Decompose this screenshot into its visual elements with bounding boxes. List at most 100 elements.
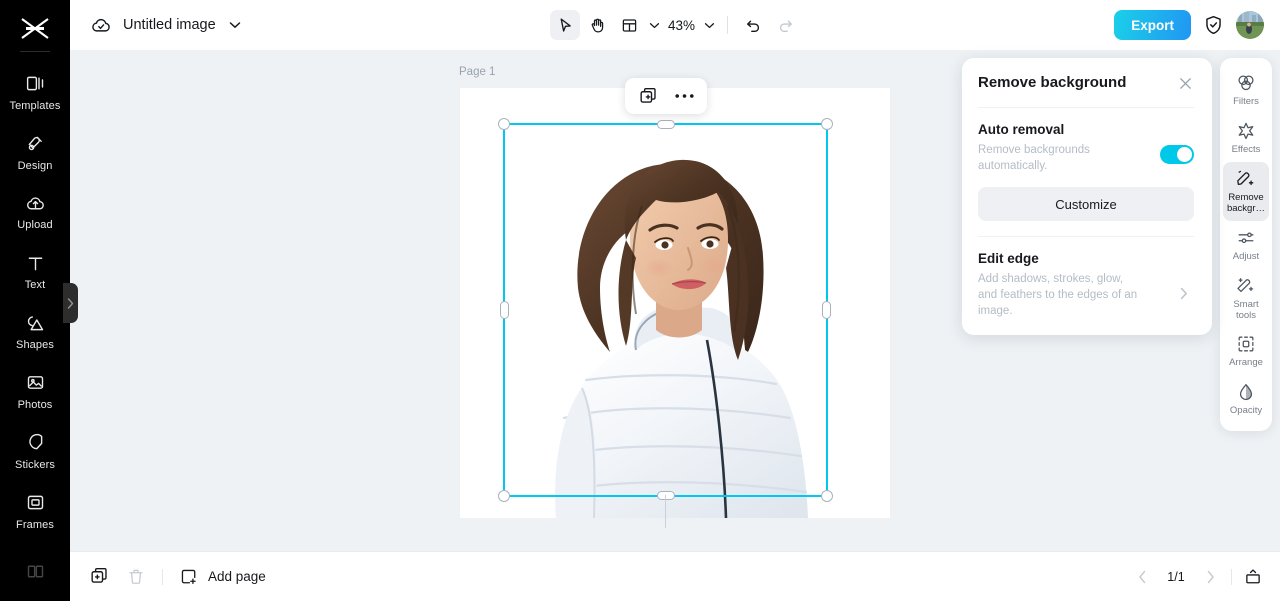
rail-item-filters[interactable]: Filters [1223, 66, 1269, 114]
auto-removal-section: Auto removal Remove backgrounds automati… [978, 122, 1194, 222]
rail-item-arrange[interactable]: Arrange [1223, 327, 1269, 375]
sidebar-item-upload[interactable]: Upload [0, 182, 70, 242]
page-actions: Add page [70, 566, 266, 588]
rail-item-adjust[interactable]: Adjust [1223, 221, 1269, 269]
text-icon [24, 252, 46, 274]
chevron-right-icon[interactable] [1180, 287, 1194, 303]
sidebar-item-label: Stickers [15, 458, 55, 471]
user-avatar[interactable] [1236, 11, 1264, 39]
sidebar-item-stickers[interactable]: Stickers [0, 421, 70, 481]
sidebar-item-photos[interactable]: Photos [0, 362, 70, 422]
select-tool-button[interactable] [549, 10, 580, 40]
page-count-label: 1/1 [1167, 569, 1185, 584]
next-page-button[interactable] [1199, 566, 1221, 588]
bottom-divider-2 [1231, 568, 1232, 585]
page-navigation: 1/1 [1131, 566, 1264, 588]
rail-item-effects[interactable]: Effects [1223, 114, 1269, 162]
upload-cloud-icon [24, 192, 46, 214]
sidebar-item-label: Design [17, 159, 53, 172]
cloud-saved-icon[interactable] [90, 14, 112, 36]
rail-item-opacity[interactable]: Opacity [1223, 375, 1269, 423]
delete-page-button[interactable] [125, 566, 147, 588]
more-horizontal-icon[interactable] [673, 85, 695, 107]
add-page-icon [178, 566, 200, 588]
document-title[interactable]: Untitled image [123, 17, 216, 33]
sidebar-divider [20, 51, 50, 53]
bottom-divider [162, 568, 163, 585]
capcut-logo-icon[interactable] [15, 12, 55, 45]
canvas-page[interactable] [460, 88, 890, 518]
sidebar-item-design[interactable]: Design [0, 122, 70, 182]
toggle-knob [1177, 147, 1192, 162]
toolbar-divider [727, 16, 729, 34]
zoom-chevron-down-icon[interactable] [701, 17, 717, 33]
sidebar-item-layouts[interactable] [0, 541, 70, 601]
bottom-toolbar: Add page 1/1 [70, 551, 1280, 601]
topbar-actions: Export [1114, 10, 1264, 40]
auto-removal-description: Remove backgrounds automatically. [978, 144, 1090, 173]
zoom-level-value[interactable]: 43% [664, 18, 699, 33]
page-label: Page 1 [459, 66, 496, 78]
filters-icon [1238, 75, 1254, 91]
remove-background-panel: Remove background Auto removal Remove ba… [962, 58, 1212, 336]
sidebar-item-label: Frames [16, 518, 54, 531]
panel-title: Remove background [978, 74, 1127, 91]
rail-item-smart-tools[interactable]: Smart tools [1223, 269, 1269, 328]
rail-item-label: Remove backgr… [1226, 191, 1265, 214]
frames-icon [24, 492, 46, 514]
panel-divider-2 [978, 236, 1194, 238]
element-floating-toolbar [625, 78, 707, 114]
rail-item-label: Opacity [1229, 405, 1263, 417]
auto-removal-toggle[interactable] [1160, 145, 1194, 164]
stickers-icon [24, 432, 46, 454]
photos-icon [24, 372, 46, 394]
sidebar-item-text[interactable]: Text [0, 242, 70, 302]
sidebar-item-shapes[interactable]: Shapes [0, 302, 70, 362]
adjust-sliders-icon [1238, 232, 1254, 243]
remove-bg-icon [1237, 170, 1254, 185]
sidebar-item-label: Upload [17, 219, 53, 232]
app-root: Templates Design Upload Text Shapes Phot… [0, 0, 1280, 601]
panel-header: Remove background [978, 74, 1194, 92]
edit-edge-section[interactable]: Edit edge Add shadows, strokes, glow, an… [978, 251, 1194, 319]
layouts-icon [24, 560, 46, 582]
shield-check-icon[interactable] [1204, 15, 1223, 35]
auto-removal-row: Remove backgrounds automatically. [978, 142, 1194, 174]
export-button[interactable]: Export [1114, 10, 1191, 40]
edit-edge-title: Edit edge [978, 251, 1039, 267]
close-icon[interactable] [1178, 76, 1194, 92]
sidebar-item-frames[interactable]: Frames [0, 481, 70, 541]
selected-image-subject[interactable] [460, 88, 890, 518]
rail-item-remove-background[interactable]: Remove backgr… [1223, 161, 1269, 221]
sidebar-collapse-handle[interactable] [63, 283, 78, 323]
design-icon [24, 133, 46, 155]
present-button[interactable] [1242, 566, 1264, 588]
sidebar-item-label: Shapes [16, 339, 54, 352]
sidebar-item-templates[interactable]: Templates [0, 62, 70, 122]
rail-item-label: Filters [1233, 96, 1259, 107]
duplicate-page-icon[interactable] [88, 566, 110, 588]
hand-tool-button[interactable] [582, 10, 612, 40]
customize-button[interactable]: Customize [978, 187, 1194, 222]
layout-chevron-down-icon[interactable] [646, 17, 662, 33]
effects-icon [1238, 122, 1254, 140]
add-page-button[interactable]: Add page [178, 566, 266, 588]
document-title-group: Untitled image [70, 14, 243, 36]
shapes-icon [24, 312, 46, 334]
arrange-icon [1238, 336, 1254, 352]
rail-item-label: Adjust [1232, 250, 1260, 262]
edit-edge-row: Add shadows, strokes, glow, and feathers… [978, 271, 1194, 319]
sidebar-item-label: Templates [9, 99, 61, 112]
duplicate-icon[interactable] [637, 85, 659, 107]
undo-button[interactable] [738, 10, 768, 40]
templates-icon [24, 73, 46, 95]
rail-item-label: Arrange [1229, 357, 1263, 369]
layout-tool-button[interactable] [614, 10, 644, 40]
panel-divider [978, 107, 1194, 108]
redo-button[interactable] [770, 10, 800, 40]
smart-tools-icon [1237, 277, 1254, 292]
left-sidebar: Templates Design Upload Text Shapes Phot… [0, 0, 70, 601]
prev-page-button[interactable] [1131, 566, 1153, 588]
chevron-down-icon[interactable] [227, 17, 243, 33]
top-toolbar: Untitled image 43% Export [70, 0, 1280, 50]
